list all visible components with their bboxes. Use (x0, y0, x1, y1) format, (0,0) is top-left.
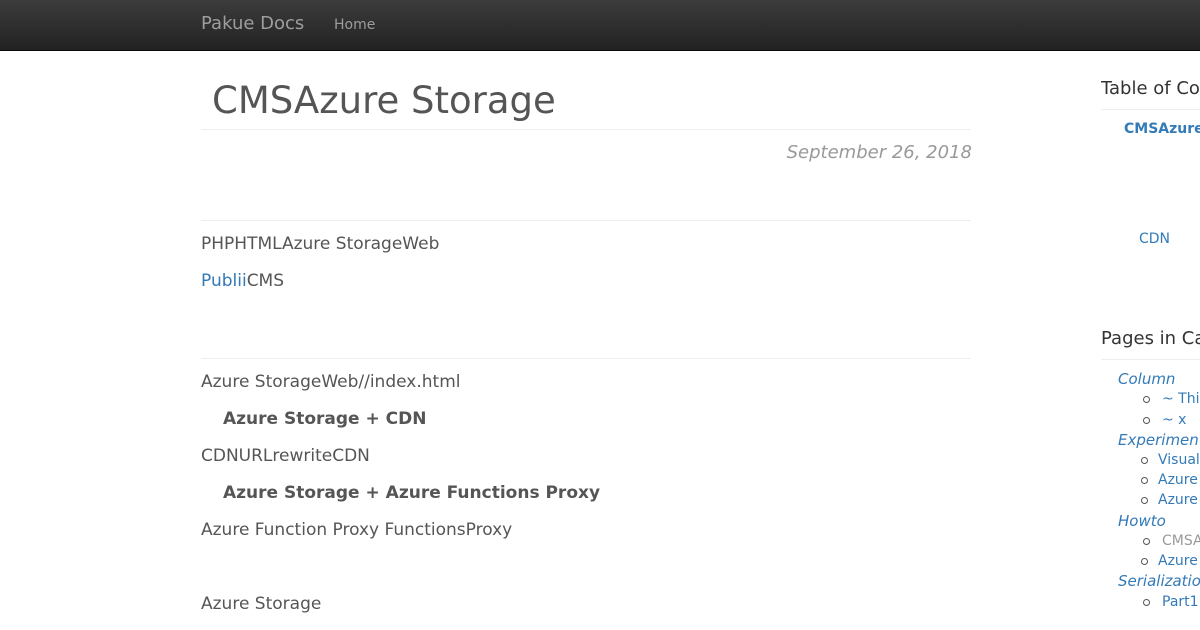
top-navbar: Pakue Docs Home (0, 0, 1200, 51)
pages-heading: Pages in Ca (1101, 328, 1200, 349)
bullet-icon (1143, 538, 1150, 545)
page-link[interactable]: Visual (1158, 451, 1200, 469)
section-divider (201, 358, 971, 359)
paragraph: CDNURLrewriteCDN (201, 446, 370, 466)
toc-item[interactable]: CDN (1139, 230, 1170, 248)
bullet-icon (1143, 599, 1150, 606)
paragraph-text: CMS (246, 271, 285, 291)
bullet-icon (1141, 477, 1148, 484)
category-link[interactable]: Experimen (1118, 431, 1199, 450)
section-divider (201, 220, 971, 221)
bullet-icon (1143, 417, 1150, 424)
paragraph: PubliiCMS (201, 270, 284, 292)
post-date: September 26, 2018 (786, 142, 972, 163)
subheading: Azure Storage + CDN (223, 409, 427, 429)
page-link[interactable]: ~ x (1162, 411, 1186, 429)
subheading: Azure Storage + Azure Functions Proxy (223, 483, 601, 503)
page-link[interactable]: Part1 (1162, 593, 1199, 611)
nav-home-link[interactable]: Home (334, 16, 375, 34)
page-title: CMSAzure Storage (212, 79, 556, 122)
bullet-icon (1143, 396, 1150, 403)
page-link[interactable]: ~ Thi (1162, 390, 1200, 408)
category-link[interactable]: Serializatio (1118, 572, 1200, 591)
sidebar: Table of Co CMSAzure CDN Pages in Ca Col… (1101, 51, 1200, 630)
paragraph: PHPHTMLAzure StorageWeb (201, 234, 440, 254)
sidebar-divider (1101, 109, 1200, 110)
page-link[interactable]: Azure (1158, 491, 1198, 509)
page-link[interactable]: Azure (1158, 471, 1198, 489)
bullet-icon (1141, 497, 1148, 504)
category-link[interactable]: Howto (1118, 512, 1166, 531)
title-divider (201, 129, 971, 130)
bullet-icon (1141, 457, 1148, 464)
sidebar-divider (1101, 359, 1200, 360)
brand-link[interactable]: Pakue Docs (201, 14, 304, 34)
paragraph: Azure StorageWeb//index.html (201, 372, 461, 392)
current-page: CMSA (1162, 533, 1200, 549)
bullet-icon (1141, 558, 1148, 565)
publii-link[interactable]: Publii (201, 271, 247, 291)
category-link[interactable]: Column (1118, 370, 1175, 389)
toc-item[interactable]: CMSAzure (1124, 120, 1200, 138)
page-link[interactable]: Azure (1158, 552, 1198, 570)
toc-heading: Table of Co (1101, 78, 1200, 99)
paragraph: Azure Storage (201, 594, 322, 614)
paragraph: Azure Function Proxy FunctionsProxy (201, 520, 513, 540)
